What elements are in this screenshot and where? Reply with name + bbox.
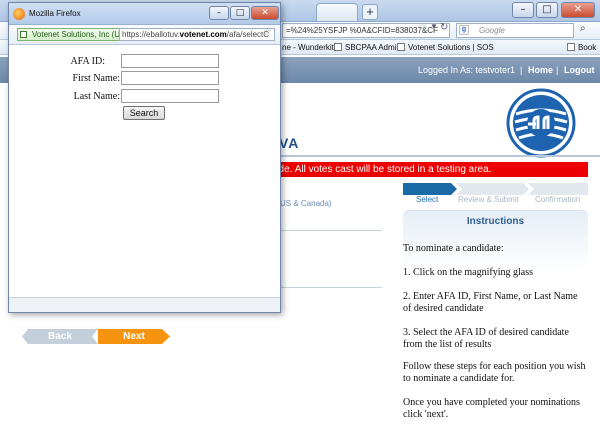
site-identity-badge[interactable]: Votenet Solutions, Inc (US) [17, 28, 134, 41]
next-button[interactable]: Next [98, 329, 170, 344]
instruction-text: Once you have completed your nominations… [403, 397, 580, 420]
search-button[interactable]: Search [123, 106, 165, 120]
chevron-down-icon[interactable]: ▼ [430, 22, 438, 31]
section-divider [270, 230, 382, 231]
back-button[interactable]: Back [22, 329, 98, 344]
search-input[interactable]: Google [456, 23, 574, 38]
first-name-label: First Name: [72, 73, 121, 84]
step-review-label: Review & Submit [458, 195, 519, 204]
popup-urlbar: Votenet Solutions, Inc (US) https://ebal… [9, 25, 280, 45]
next-label: Next [123, 331, 145, 342]
popup-title: Mozilla Firefox [29, 9, 81, 18]
step-confirm-label: Confirmation [535, 195, 581, 204]
popup-window: Mozilla Firefox – □ ✕ Votenet Solutions,… [8, 2, 281, 313]
afa-id-label: AFA ID: [70, 56, 105, 67]
bookmark-label: SBCPAA Admin [345, 43, 401, 52]
reload-icon[interactable]: ↻ [440, 22, 448, 33]
home-link[interactable]: Home [528, 65, 553, 75]
bookmark-item[interactable]: ne - Wunderkit [282, 42, 334, 53]
progress-steps [403, 183, 588, 195]
country-note: US & Canada) [280, 199, 332, 208]
logged-in-label: Logged In As: testvoter1 [418, 65, 516, 75]
first-name-input[interactable] [121, 71, 219, 85]
page-title: VA [279, 135, 300, 151]
url-domain: votenet.com [179, 30, 227, 39]
step-confirm-arrow [528, 183, 588, 195]
instruction-text: Follow these steps for each position you… [403, 361, 586, 384]
maximize-icon[interactable]: □ [536, 2, 558, 18]
logout-link[interactable]: Logout [564, 65, 595, 75]
header-separator: | [556, 65, 559, 75]
firefox-icon [13, 8, 25, 20]
bookmark-star-icon[interactable]: ☆ [418, 22, 427, 33]
step-select-label: Select [416, 195, 439, 204]
bookmark-star-icon[interactable]: ☆ [263, 27, 272, 38]
lock-icon [20, 31, 27, 38]
browser-tab[interactable] [316, 3, 358, 21]
new-tab-button[interactable]: + [362, 4, 378, 20]
bookmark-label: Book [578, 43, 597, 52]
instructions-title: Instructions [466, 216, 525, 227]
popup-address[interactable]: https://eballotuv.votenet.com/afa/select… [119, 28, 275, 41]
step-review-arrow [456, 183, 529, 195]
instruction-text: To nominate a candidate: [403, 243, 504, 254]
maximize-icon[interactable]: □ [230, 6, 250, 20]
minimize-icon[interactable]: – [512, 2, 534, 18]
header-separator: | [520, 65, 523, 75]
instruction-text: 1. Click on the magnifying glass [403, 267, 533, 278]
bookmark-item[interactable]: SBCPAA Admin [334, 42, 401, 53]
instructions-panel: Instructions To nominate a candidate: 1.… [403, 210, 588, 430]
close-icon[interactable]: ✕ [251, 6, 279, 20]
page-icon [334, 43, 342, 51]
close-icon[interactable]: ✕ [561, 2, 595, 18]
instruction-text: 3. Select the AFA ID of desired candidat… [403, 327, 569, 350]
bookmark-item[interactable]: Book [567, 42, 596, 53]
minimize-icon[interactable]: – [209, 6, 229, 20]
instruction-text: 2. Enter AFA ID, First Name, or Last Nam… [403, 291, 578, 314]
title-divider [270, 155, 600, 157]
back-label: Back [48, 331, 72, 342]
page-icon [397, 43, 405, 51]
afa-id-input[interactable] [121, 54, 219, 68]
google-icon[interactable]: g [459, 25, 469, 35]
popup-statusbar [9, 297, 280, 312]
step-select-arrow [403, 183, 457, 195]
afa-logo [506, 88, 576, 158]
bookmark-label: Votenet Solutions | SOS [408, 43, 494, 52]
popup-titlebar: Mozilla Firefox – □ ✕ [9, 3, 280, 25]
section-divider [270, 287, 382, 288]
last-name-label: Last Name: [73, 91, 120, 102]
url-prefix: https://eballotuv. [122, 30, 180, 39]
search-icon[interactable]: ⌕ [580, 23, 586, 34]
test-mode-banner: ode. All votes cast will be stored in a … [270, 162, 588, 177]
folder-icon [567, 43, 575, 51]
bookmark-item[interactable]: Votenet Solutions | SOS [397, 42, 494, 53]
last-name-input[interactable] [121, 89, 219, 103]
